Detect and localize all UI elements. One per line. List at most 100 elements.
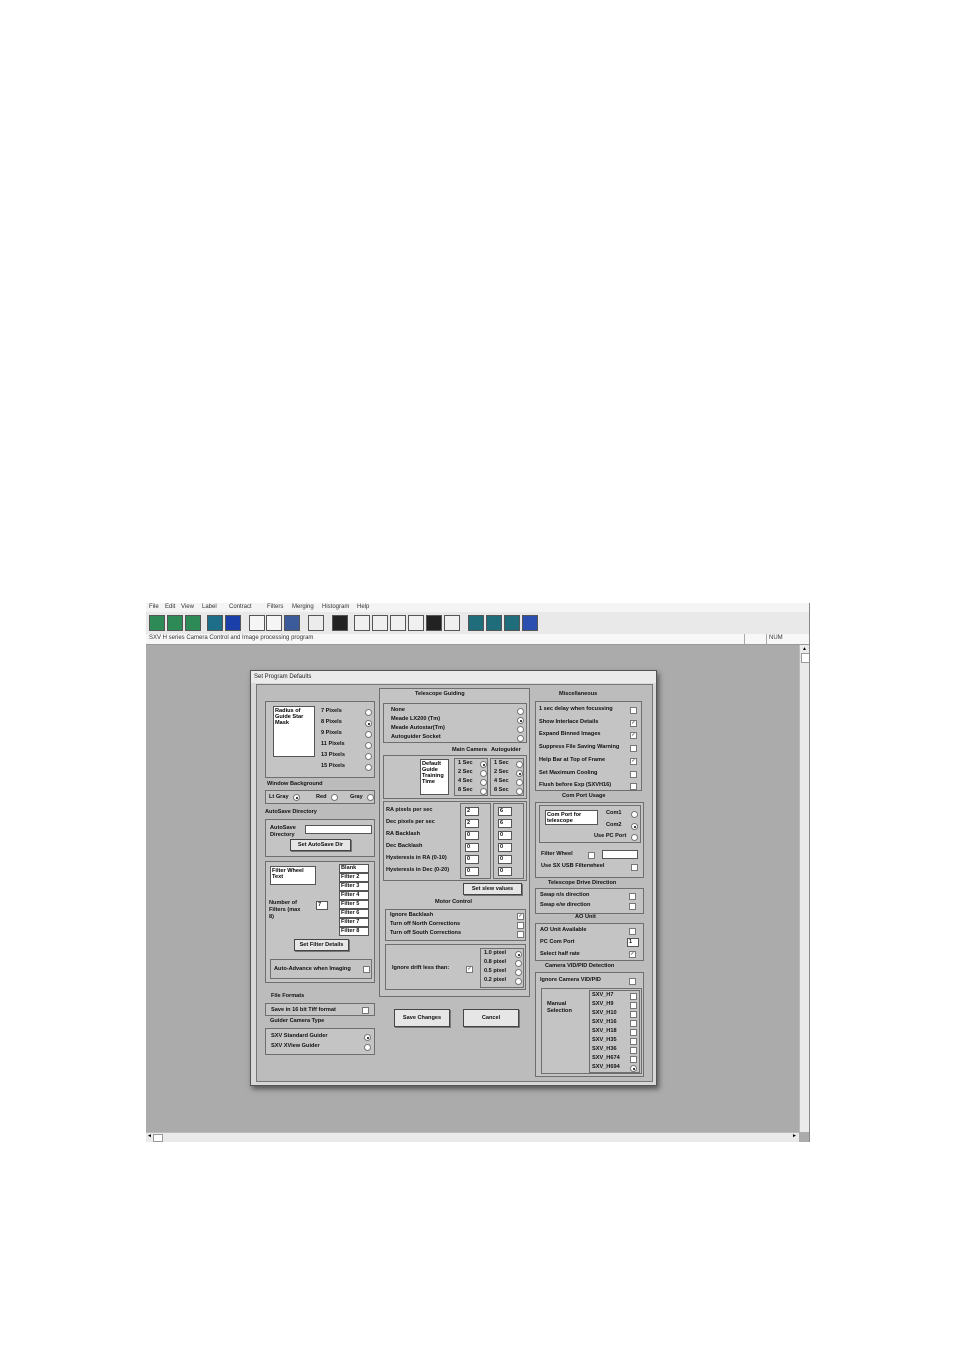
menu-item-help[interactable]: Help — [357, 604, 369, 610]
camera-model-checkbox[interactable] — [630, 1056, 637, 1063]
menu-item-contract[interactable]: Contract — [229, 604, 252, 610]
radius-option-radio[interactable] — [365, 742, 372, 749]
guiding-option-radio[interactable] — [517, 726, 524, 733]
misc-option-checkbox[interactable]: ✓ — [630, 732, 637, 740]
misc-option-checkbox[interactable] — [630, 707, 637, 714]
set-autosave-dir-button[interactable]: Set AutoSave Dir — [290, 839, 351, 851]
guiding-option-radio[interactable] — [517, 717, 524, 724]
menu-item-merging[interactable]: Merging — [292, 604, 314, 610]
filter-name-input[interactable]: Filter 3 — [339, 882, 369, 891]
menu-item-view[interactable]: View — [181, 604, 194, 610]
document-icon[interactable] — [308, 615, 324, 631]
com-port-option-radio[interactable] — [631, 834, 638, 841]
filter-name-input[interactable]: Filter 4 — [339, 891, 369, 900]
autoguider-time-radio[interactable] — [516, 761, 523, 768]
histogram-icon[interactable] — [408, 615, 424, 631]
autoguider-param-input[interactable]: 0 — [498, 831, 512, 840]
window-bg-option-radio[interactable] — [367, 794, 374, 801]
drift-option-radio[interactable] — [515, 978, 522, 985]
camera-model-checkbox[interactable] — [630, 993, 637, 1000]
open-camera-icon[interactable] — [167, 615, 183, 631]
camera-model-checkbox[interactable] — [630, 1011, 637, 1018]
drift-option-radio[interactable] — [515, 951, 522, 958]
open-camera-icon[interactable] — [149, 615, 165, 631]
autoguider-param-input[interactable]: 6 — [498, 819, 512, 828]
filter-name-input[interactable]: Filter 6 — [339, 909, 369, 918]
tiff-format-checkbox[interactable] — [362, 1007, 369, 1014]
main-param-input[interactable]: 0 — [465, 843, 479, 852]
filter-wheel-checkbox[interactable] — [588, 852, 595, 859]
window-bg-option-radio[interactable] — [331, 794, 338, 801]
set-slew-values-button[interactable]: Set slew values — [463, 883, 522, 895]
cancel-button[interactable]: Cancel — [463, 1009, 519, 1027]
filter-name-input[interactable]: Filter 5 — [339, 900, 369, 909]
autoguider-param-input[interactable]: 0 — [498, 867, 512, 876]
set-filter-details-button[interactable]: Set Filter Details — [294, 939, 349, 951]
main-param-input[interactable]: 0 — [465, 855, 479, 864]
radius-option-radio[interactable] — [365, 731, 372, 738]
guiding-option-radio[interactable] — [517, 708, 524, 715]
monitor-icon[interactable] — [225, 615, 241, 631]
camera-model-checkbox[interactable] — [630, 1038, 637, 1045]
main-param-input[interactable]: 2 — [465, 807, 479, 816]
radius-option-radio[interactable] — [365, 720, 372, 727]
com-port-option-radio[interactable] — [631, 823, 638, 830]
autoguider-time-radio[interactable] — [516, 788, 523, 795]
menu-item-label[interactable]: Label — [202, 604, 217, 610]
filter-name-input[interactable]: Blank — [339, 864, 369, 873]
camera-model-checkbox[interactable] — [630, 1029, 637, 1036]
guider-type-option-radio[interactable] — [364, 1034, 371, 1041]
monitor-icon[interactable] — [207, 615, 223, 631]
ao-half-rate-checkbox[interactable]: ✓ — [629, 951, 636, 958]
main-time-radio[interactable] — [480, 788, 487, 795]
filter-name-input[interactable]: Filter 7 — [339, 918, 369, 927]
radius-option-radio[interactable] — [365, 764, 372, 771]
camera-model-checkbox[interactable] — [630, 1020, 637, 1027]
filter-icon[interactable] — [468, 615, 484, 631]
motor-option-checkbox[interactable] — [517, 922, 524, 929]
motor-option-checkbox[interactable] — [517, 931, 524, 938]
autoguider-param-input[interactable]: 0 — [498, 843, 512, 852]
misc-option-checkbox[interactable] — [630, 770, 637, 778]
horizontal-scrollbar[interactable]: ◄ ► — [146, 1132, 799, 1142]
menu-item-filters[interactable]: Filters — [267, 604, 283, 610]
contrast-icon[interactable] — [426, 615, 442, 631]
drive-option-checkbox[interactable] — [629, 903, 636, 910]
camera-model-checkbox[interactable] — [630, 1047, 637, 1054]
autoguider-time-radio[interactable] — [516, 770, 523, 777]
menu-item-file[interactable]: File — [149, 604, 159, 610]
guiding-option-radio[interactable] — [517, 735, 524, 742]
star-icon[interactable] — [522, 615, 538, 631]
filter-icon[interactable] — [504, 615, 520, 631]
copy-icon[interactable] — [266, 615, 282, 631]
menu-item-edit[interactable]: Edit — [165, 604, 175, 610]
crop-icon[interactable] — [284, 615, 300, 631]
usb-filterwheel-checkbox[interactable] — [631, 864, 638, 871]
ao-com-port-input[interactable]: 1 — [627, 938, 639, 947]
curve-icon[interactable] — [390, 615, 406, 631]
menu-item-histogram[interactable]: Histogram — [322, 604, 349, 610]
main-time-radio[interactable] — [480, 770, 487, 777]
scroll-right-icon[interactable]: ► — [792, 1133, 797, 1139]
guider-type-option-radio[interactable] — [364, 1044, 371, 1051]
misc-option-checkbox[interactable]: ✓ — [630, 757, 637, 765]
ignore-vidpid-checkbox[interactable] — [629, 978, 636, 985]
window-bg-option-radio[interactable] — [293, 794, 300, 801]
open-camera-icon[interactable] — [185, 615, 201, 631]
ao-available-checkbox[interactable] — [629, 928, 636, 935]
filter-name-input[interactable]: Filter 2 — [339, 873, 369, 882]
main-param-input[interactable]: 2 — [465, 819, 479, 828]
camera-model-radio[interactable] — [630, 1065, 637, 1072]
histogram-icon[interactable] — [444, 615, 460, 631]
com-port-option-radio[interactable] — [631, 811, 638, 818]
autoguider-param-input[interactable]: 0 — [498, 855, 512, 864]
filter-wheel-port-input[interactable] — [602, 850, 638, 859]
main-param-input[interactable]: 0 — [465, 867, 479, 876]
main-param-input[interactable]: 0 — [465, 831, 479, 840]
vertical-scroll-thumb[interactable] — [801, 653, 809, 663]
main-time-radio[interactable] — [480, 779, 487, 786]
scroll-up-icon[interactable]: ▲ — [802, 646, 807, 652]
autoguider-time-radio[interactable] — [516, 779, 523, 786]
copy-icon[interactable] — [249, 615, 265, 631]
misc-option-checkbox[interactable]: ✓ — [630, 719, 637, 727]
